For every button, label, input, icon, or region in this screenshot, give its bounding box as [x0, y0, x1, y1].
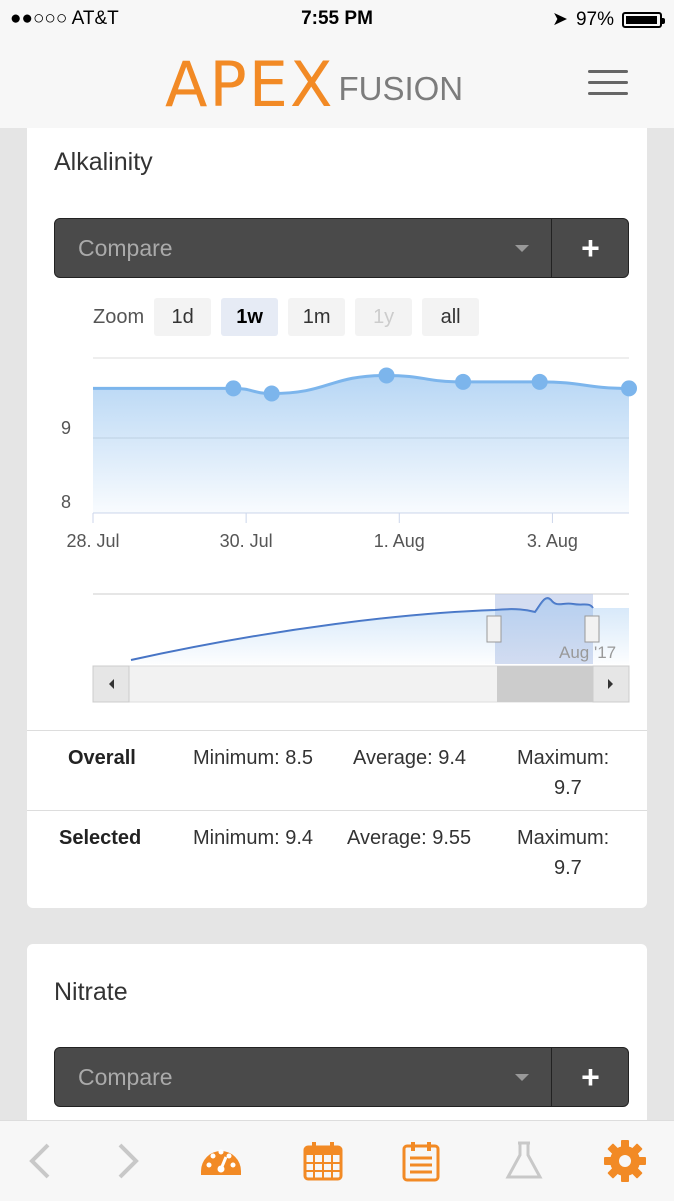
log-icon[interactable] [399, 1139, 443, 1183]
forward-icon[interactable] [104, 1139, 148, 1183]
flask-icon[interactable] [502, 1139, 546, 1183]
card-title: Alkalinity [54, 148, 153, 176]
add-compare-button[interactable]: + [552, 219, 629, 277]
zoom-controls: Zoom 1d 1w 1m 1y all [93, 298, 489, 336]
data-point[interactable] [621, 380, 637, 397]
selected-maximum-label: Maximum: [517, 827, 610, 849]
compare-select[interactable]: Compare + [54, 218, 629, 278]
overall-average: Average: 9.4 [353, 747, 467, 769]
overall-stats-row: Overall Minimum: 8.5 Average: 9.4 Maximu… [27, 730, 647, 811]
selected-minimum: Minimum: 9.4 [193, 827, 314, 849]
navigator-area [131, 598, 629, 664]
x-tick-label: 30. Jul [220, 531, 273, 551]
location-icon: ➤ [552, 9, 568, 30]
zoom-label: Zoom [93, 305, 145, 328]
overall-maximum-value: 9.7 [554, 777, 582, 799]
data-point[interactable] [455, 373, 472, 390]
status-bar: ●●○○○ AT&T 7:55 PM ➤ 97% [0, 0, 674, 38]
compare-placeholder: Compare [78, 1064, 173, 1090]
zoom-1d-button[interactable]: 1d [154, 298, 212, 336]
chevron-down-icon [515, 1074, 529, 1081]
navigator-label: Aug '17 [559, 643, 616, 662]
data-point[interactable] [263, 385, 280, 402]
data-point[interactable] [378, 367, 395, 384]
selected-average: Average: 9.55 [347, 827, 472, 849]
apex-fusion-logo[interactable]: APEX FUSION [165, 54, 463, 116]
back-icon[interactable] [20, 1139, 64, 1183]
selected-label: Selected [59, 827, 142, 849]
overall-label: Overall [68, 747, 136, 769]
battery-icon [622, 11, 665, 28]
overall-maximum-label: Maximum: [517, 747, 610, 769]
battery-percent: 97% [575, 8, 614, 30]
data-point[interactable] [531, 373, 548, 390]
zoom-1m-button[interactable]: 1m [288, 298, 346, 336]
nitrate-card: Nitrate Compare + [27, 944, 647, 1144]
area-fill [93, 375, 629, 513]
menu-icon[interactable] [588, 70, 628, 96]
x-tick-label: 3. Aug [527, 531, 578, 551]
bottom-tab-bar [0, 1120, 674, 1201]
compare-placeholder: Compare [78, 235, 173, 261]
navigator-left-handle[interactable] [486, 615, 502, 643]
zoom-1w-button[interactable]: 1w [221, 298, 279, 336]
y-tick-label: 8 [61, 492, 71, 512]
logo-fusion: FUSION [338, 70, 464, 107]
alkalinity-card: Alkalinity Compare + Zoom 1d 1w 1m 1y al… [27, 128, 647, 908]
add-compare-button[interactable]: + [552, 1048, 629, 1106]
zoom-all-button[interactable]: all [422, 298, 480, 336]
data-point[interactable] [225, 380, 242, 397]
selected-stats-row: Selected Minimum: 9.4 Average: 9.55 Maxi… [27, 810, 647, 891]
x-tick-label: 28. Jul [66, 531, 119, 551]
compare-select[interactable]: Compare + [54, 1047, 629, 1107]
scrollbar-thumb[interactable] [497, 666, 593, 702]
battery-status: ➤ 97% [552, 8, 665, 31]
app-header: APEX FUSION [0, 38, 674, 128]
selected-maximum-value: 9.7 [554, 857, 582, 879]
alkalinity-chart[interactable]: 9 8 28. Jul 30. Jul 1. Aug 3. Aug Aug '17 [27, 348, 647, 708]
card-title: Nitrate [54, 978, 128, 1006]
chevron-down-icon [515, 245, 529, 252]
calendar-icon[interactable] [301, 1139, 345, 1183]
navigator-right-handle[interactable] [584, 615, 600, 643]
zoom-1y-button[interactable]: 1y [355, 298, 413, 336]
gear-icon[interactable] [603, 1139, 647, 1183]
overall-minimum: Minimum: 8.5 [193, 747, 314, 769]
dashboard-icon[interactable] [199, 1139, 243, 1183]
y-tick-label: 9 [61, 418, 71, 438]
x-tick-label: 1. Aug [374, 531, 425, 551]
logo-apex: APEX [165, 48, 335, 121]
